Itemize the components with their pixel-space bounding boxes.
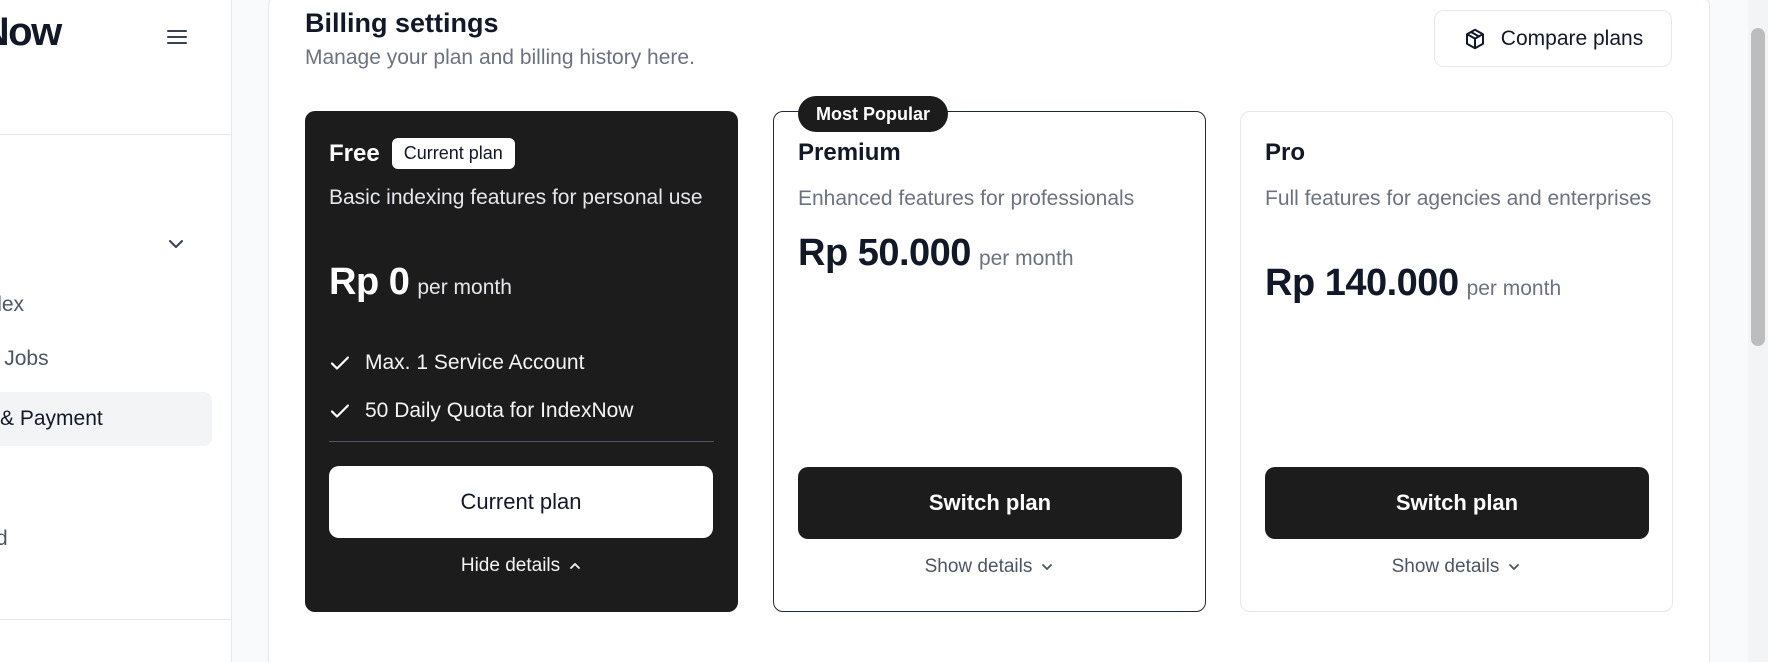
sidebar-divider [0, 619, 231, 620]
sidebar-item-label: ackend [0, 527, 8, 551]
show-details-toggle[interactable]: Show details [1241, 556, 1672, 578]
plan-description: Enhanced features for professionals [798, 187, 1135, 210]
current-plan-button[interactable]: Current plan [329, 466, 713, 538]
feature-item: Max. 1 Service Account [329, 339, 633, 387]
hamburger-icon[interactable] [164, 24, 190, 50]
feature-label: 50 Daily Quota for IndexNow [365, 399, 634, 422]
plan-card-pro: Pro Full features for agencies and enter… [1240, 111, 1673, 612]
price-period: per month [417, 276, 512, 299]
plan-description: Full features for agencies and enterpris… [1265, 187, 1652, 210]
check-icon [330, 404, 350, 418]
sidebar-item-manage-jobs[interactable]: anage Jobs [0, 332, 49, 386]
page-subtitle: Manage your plan and billing history her… [305, 46, 695, 69]
current-plan-badge: Current plan [391, 138, 515, 169]
plan-price: Rp 50.000 per month [798, 232, 1074, 275]
sidebar-divider [0, 134, 231, 135]
plan-header: Pro [1265, 139, 1305, 167]
check-icon [330, 356, 350, 370]
price-amount: Rp 0 [329, 261, 410, 303]
feature-list: Max. 1 Service Account 50 Daily Quota fo… [329, 339, 633, 435]
sidebar-item-label: ew Index [0, 293, 25, 316]
page-title: Billing settings [305, 8, 499, 38]
plan-header: Premium [798, 139, 901, 167]
switch-plan-button[interactable]: Switch plan [798, 467, 1182, 539]
price-amount: Rp 140.000 [1265, 262, 1459, 304]
chevron-down-icon [1042, 564, 1053, 570]
plan-name: Free [329, 139, 380, 167]
plan-description: Basic indexing features for personal use [329, 186, 703, 209]
brand-logo[interactable]: xNow [0, 10, 62, 55]
price-period: per month [1466, 277, 1562, 300]
sidebar-item-new-index[interactable]: ew Index [0, 278, 24, 332]
sidebar-item-label: anage Jobs [0, 347, 49, 370]
show-details-toggle[interactable]: Show details [774, 556, 1205, 578]
sidebar: xNow board low ew Index anage Jobs & Pay… [0, 0, 232, 662]
features-divider [329, 441, 714, 442]
hide-details-toggle[interactable]: Hide details [305, 555, 738, 577]
price-period: per month [978, 247, 1074, 270]
plan-card-free: Free Current plan Basic indexing feature… [305, 111, 738, 612]
chevron-down-icon [1509, 564, 1520, 570]
feature-label: Max. 1 Service Account [365, 351, 585, 374]
sidebar-item-billing-payment[interactable]: & Payment [0, 392, 212, 446]
sidebar-item-backend[interactable]: ackend [0, 512, 8, 566]
switch-plan-button[interactable]: Switch plan [1265, 467, 1649, 539]
plan-name: Premium [798, 139, 901, 166]
compare-plans-label: Compare plans [1500, 26, 1644, 50]
most-popular-badge: Most Popular [798, 96, 949, 132]
package-icon [1465, 28, 1484, 49]
details-toggle-label: Show details [924, 556, 1033, 577]
details-toggle-label: Hide details [460, 555, 561, 576]
price-amount: Rp 50.000 [798, 232, 971, 274]
plan-price: Rp 0 per month [329, 261, 512, 304]
chevron-up-icon [570, 563, 581, 569]
sidebar-item-label: & Payment [0, 407, 103, 430]
feature-item: 50 Daily Quota for IndexNow [329, 387, 633, 435]
plan-name: Pro [1265, 139, 1306, 166]
chevron-down-icon[interactable] [166, 234, 186, 254]
details-toggle-label: Show details [1391, 556, 1500, 577]
plan-price: Rp 140.000 per month [1265, 262, 1561, 305]
plan-card-premium: Most Popular Premium Enhanced features f… [773, 96, 1206, 612]
plan-header: Free Current plan [329, 138, 515, 169]
scrollbar-thumb[interactable] [1751, 28, 1765, 346]
compare-plans-button[interactable]: Compare plans [1434, 10, 1672, 67]
